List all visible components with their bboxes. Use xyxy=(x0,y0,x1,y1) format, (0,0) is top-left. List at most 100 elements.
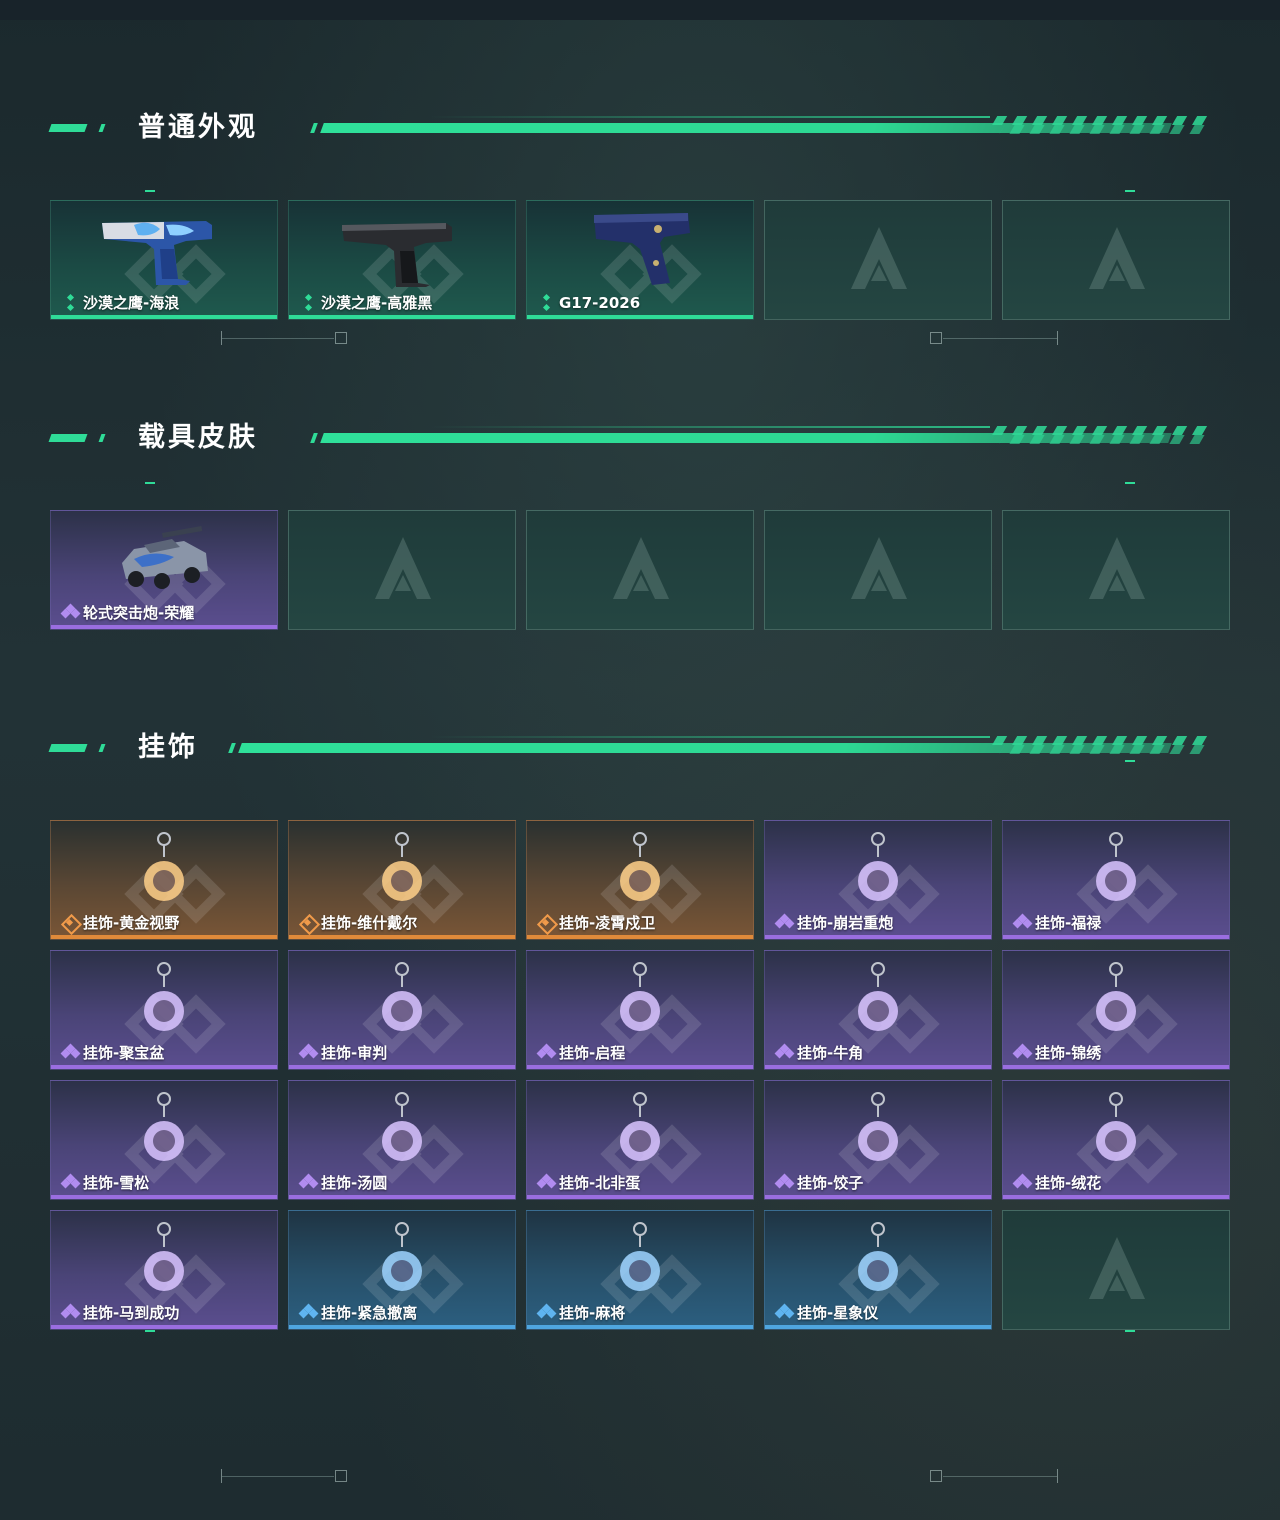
rarity-bar xyxy=(51,1065,277,1069)
frame-tick xyxy=(1125,190,1135,192)
charm-name: 挂饰-牛角 xyxy=(797,1044,864,1062)
rarity-icon xyxy=(298,1303,319,1322)
charm-green-tag-icon xyxy=(382,1222,422,1291)
charm-rock-figure-icon xyxy=(858,832,898,901)
rarity-icon xyxy=(536,1173,557,1192)
rarity-bar xyxy=(1003,1065,1229,1069)
charm-card[interactable]: 挂饰-饺子 xyxy=(764,1080,992,1200)
charm-horns-icon xyxy=(858,962,898,1031)
item-card[interactable]: 沙漠之鹰-高雅黑 xyxy=(288,200,516,320)
game-logo-icon xyxy=(375,537,431,599)
charm-card[interactable]: 挂饰-锦绣 xyxy=(1002,950,1230,1070)
header-checker-pattern xyxy=(999,125,1205,134)
charm-card[interactable]: 挂饰-星象仪 xyxy=(764,1210,992,1330)
charm-ring-emblem-icon xyxy=(620,962,660,1031)
charm-card[interactable]: 挂饰-崩岩重炮 xyxy=(764,820,992,940)
rarity-bar xyxy=(765,1065,991,1069)
charm-name: 挂饰-锦绣 xyxy=(1035,1044,1102,1062)
charm-card[interactable]: 挂饰-马到成功 xyxy=(50,1210,278,1330)
rarity-icon xyxy=(298,1173,319,1192)
game-logo-icon xyxy=(851,227,907,289)
charm-card[interactable]: 挂饰-牛角 xyxy=(764,950,992,1070)
charm-name: 挂饰-麻将 xyxy=(559,1304,626,1322)
rarity-bar xyxy=(527,315,753,319)
pistol-navy-icon xyxy=(594,213,690,285)
empty-slot xyxy=(764,200,992,320)
charm-astrolabe-icon xyxy=(858,1222,898,1291)
pistol-blue-white-icon xyxy=(102,221,212,285)
rarity-bar xyxy=(289,1065,515,1069)
rarity-icon xyxy=(536,1303,557,1322)
rarity-icon xyxy=(60,1303,81,1322)
charm-name: 挂饰-紧急撤离 xyxy=(321,1304,418,1322)
rarity-icon xyxy=(774,1303,795,1322)
charm-egg-pan-icon xyxy=(620,1092,660,1161)
charm-card[interactable]: 挂饰-凌霄戍卫 xyxy=(526,820,754,940)
rarity-bar xyxy=(51,935,277,939)
rarity-bar xyxy=(765,1325,991,1329)
charm-name: 挂饰-饺子 xyxy=(797,1174,864,1192)
charm-card[interactable]: 挂饰-维什戴尔 xyxy=(288,820,516,940)
rarity-bar xyxy=(1003,935,1229,939)
section-title: 普通外观 xyxy=(138,112,258,143)
charm-name: 挂饰-崩岩重炮 xyxy=(797,914,894,932)
game-logo-icon xyxy=(1089,537,1145,599)
charm-red-horse-icon xyxy=(144,1222,184,1291)
rarity-bar xyxy=(289,935,515,939)
rarity-icon xyxy=(537,293,557,312)
charm-card[interactable]: 挂饰-紧急撤离 xyxy=(288,1210,516,1330)
charm-name: 挂饰-凌霄戍卫 xyxy=(559,914,656,932)
game-logo-icon xyxy=(1089,227,1145,289)
charm-tangyuan-bowl-icon xyxy=(382,1092,422,1161)
rarity-bar xyxy=(1003,1195,1229,1199)
pistol-black-icon xyxy=(342,223,452,287)
item-name: 沙漠之鹰-海浪 xyxy=(83,294,180,312)
rarity-bar xyxy=(51,1195,277,1199)
charm-name: 挂饰-启程 xyxy=(559,1044,626,1062)
rarity-icon xyxy=(298,913,321,936)
item-card[interactable]: G17-2026 xyxy=(526,200,754,320)
empty-slot xyxy=(1002,200,1230,320)
rarity-icon xyxy=(60,1173,81,1192)
charm-card[interactable]: 挂饰-审判 xyxy=(288,950,516,1070)
charm-card[interactable]: 挂饰-麻将 xyxy=(526,1210,754,1330)
game-logo-icon xyxy=(851,537,907,599)
item-card[interactable]: 轮式突击炮-荣耀 xyxy=(50,510,278,630)
header-thin-line xyxy=(430,116,990,118)
empty-slot xyxy=(1002,510,1230,630)
empty-slot xyxy=(288,510,516,630)
charm-card[interactable]: 挂饰-雪松 xyxy=(50,1080,278,1200)
charm-treasure-bowl-icon xyxy=(144,962,184,1031)
rarity-icon xyxy=(774,913,795,932)
item-name: 轮式突击炮-荣耀 xyxy=(83,604,195,622)
header-accent-dash xyxy=(48,124,88,132)
charm-card-icon xyxy=(382,832,422,901)
charm-card[interactable]: 挂饰-绒花 xyxy=(1002,1080,1230,1200)
rarity-bar xyxy=(765,935,991,939)
rarity-icon xyxy=(299,293,319,312)
rarity-icon xyxy=(536,913,559,936)
empty-slot xyxy=(1002,1210,1230,1330)
armored-vehicle-icon xyxy=(122,526,208,589)
charm-card[interactable]: 挂饰-聚宝盆 xyxy=(50,950,278,1070)
rarity-bar xyxy=(527,1195,753,1199)
rarity-icon xyxy=(774,1043,795,1062)
rarity-bar xyxy=(289,1325,515,1329)
charm-figure-icon xyxy=(144,832,184,901)
charm-card[interactable]: 挂饰-福禄 xyxy=(1002,820,1230,940)
section-title: 载具皮肤 xyxy=(138,422,258,453)
charm-gourd-icon xyxy=(1096,832,1136,901)
section-header-vehicle-skins: 载具皮肤 xyxy=(0,420,1280,460)
rarity-icon xyxy=(61,293,81,312)
rarity-bar xyxy=(51,1325,277,1329)
charm-card[interactable]: 挂饰-北非蛋 xyxy=(526,1080,754,1200)
rarity-icon xyxy=(1012,913,1033,932)
charm-snow-pine-icon xyxy=(144,1092,184,1161)
rarity-bar xyxy=(765,1195,991,1199)
charm-name: 挂饰-星象仪 xyxy=(797,1304,879,1322)
charm-card[interactable]: 挂饰-启程 xyxy=(526,950,754,1070)
charm-card[interactable]: 挂饰-黄金视野 xyxy=(50,820,278,940)
charm-name: 挂饰-雪松 xyxy=(83,1174,150,1192)
charm-card[interactable]: 挂饰-汤圆 xyxy=(288,1080,516,1200)
item-card[interactable]: 沙漠之鹰-海浪 xyxy=(50,200,278,320)
